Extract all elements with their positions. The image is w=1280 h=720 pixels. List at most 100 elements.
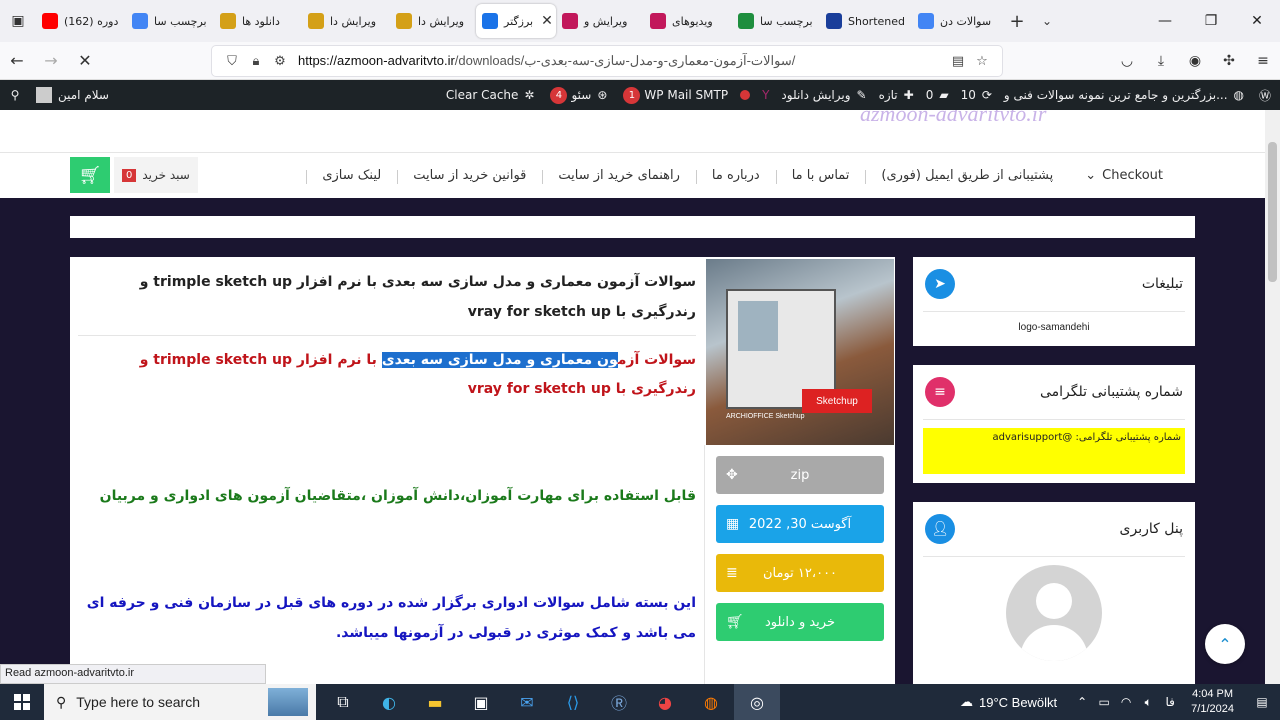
cart-icon[interactable]: 🛒︎: [70, 157, 110, 193]
product-image[interactable]: Sketchup ARCHIOFFICE Sketchup: [706, 259, 894, 445]
lock-icon[interactable]: 🔒︎: [244, 54, 268, 69]
show-hidden-icons[interactable]: ⌃: [1071, 695, 1093, 709]
avatar-small: [36, 87, 52, 103]
clear-cache-button[interactable]: Clear Cache ✲: [440, 80, 541, 110]
new-tab-button[interactable]: +: [1002, 11, 1032, 32]
yoast-icon[interactable]: Y: [756, 80, 775, 110]
menu-item[interactable]: تماس با ما: [775, 168, 866, 184]
tab-list-icon[interactable]: ▣: [0, 0, 36, 42]
scroll-to-top-button[interactable]: ⌃: [1205, 624, 1245, 664]
coins-icon: ≣: [726, 565, 738, 581]
browser-tab[interactable]: برزگتر ✕: [476, 4, 556, 38]
file-explorer-icon[interactable]: ▬: [412, 684, 458, 720]
wp-mail-smtp-menu[interactable]: 1 WP Mail SMTP: [613, 80, 734, 110]
link-icon: [826, 13, 842, 29]
wordpress-logo-icon[interactable]: Ⓦ: [1250, 80, 1280, 110]
maximize-button[interactable]: ❐: [1188, 0, 1234, 42]
shield-icon[interactable]: ⛉: [220, 54, 244, 69]
browser-tab[interactable]: ویرایش و: [556, 4, 644, 38]
search-icon[interactable]: ⚲: [0, 80, 30, 110]
tab-label: ویرایش دا: [330, 14, 377, 28]
admin-account[interactable]: سلام امین: [30, 80, 115, 110]
cart-label-box[interactable]: 0 سبد خرید: [114, 157, 198, 193]
extensions-icon[interactable]: ✣: [1212, 42, 1246, 80]
image-caption: ARCHIOFFICE Sketchup: [726, 413, 805, 420]
firefox-icon[interactable]: ◍: [688, 684, 734, 720]
system-tray: ☁ 19°C Bewölkt ⌃ ▭ ◠ 🔈︎ فا 4:04 PM 7/1/202…: [960, 684, 1280, 720]
browser-tab[interactable]: دانلود ها: [214, 4, 302, 38]
tab-label: سوالات دن: [940, 14, 992, 28]
forward-button[interactable]: →: [34, 42, 68, 80]
browser-tab[interactable]: برچسب سا: [732, 4, 820, 38]
r-icon[interactable]: Ⓡ: [596, 684, 642, 720]
url-text[interactable]: https://azmoon-advaritvto.ir/downloads/س…: [298, 53, 946, 69]
samandehi-logo[interactable]: logo-samandehi: [913, 322, 1195, 333]
notification-icon[interactable]: ▤: [1244, 695, 1280, 709]
product-content: سوالات آزمون معماری و مدل سازی سه بعدی ب…: [70, 257, 895, 687]
wifi-icon[interactable]: ◠: [1115, 695, 1137, 709]
close-window-button[interactable]: ✕: [1234, 0, 1280, 42]
pocket-icon[interactable]: ◡: [1110, 42, 1144, 80]
permissions-icon[interactable]: ⚙: [268, 54, 292, 69]
reader-view-icon[interactable]: ▤: [946, 54, 970, 69]
seo-menu[interactable]: 4 سئو ⊛: [540, 80, 613, 110]
store-icon[interactable]: ▣: [458, 684, 504, 720]
browser-tab[interactable]: Shortened: [820, 4, 912, 38]
edge-icon[interactable]: ◐: [366, 684, 412, 720]
site-name-link[interactable]: بزرگترین و جامع ترین نمونه سوالات فنی و.…: [998, 80, 1250, 110]
obs-icon[interactable]: ◎: [734, 684, 780, 720]
new-content-menu[interactable]: تازه ✚: [873, 80, 920, 110]
updates-link[interactable]: 10 ⟳: [955, 80, 998, 110]
task-view-icon[interactable]: ⧉: [320, 684, 366, 720]
volume-icon[interactable]: 🔈︎: [1137, 695, 1159, 710]
download-icon[interactable]: ⤓: [1144, 42, 1178, 80]
buy-download-button[interactable]: 🛒︎ خرید و دانلود: [716, 603, 884, 641]
telegram-support-text: شماره پشتیبانی تلگرامی: @advarisupport: [923, 428, 1185, 474]
minimize-button[interactable]: —: [1142, 0, 1188, 42]
chrome-icon[interactable]: ◕: [642, 684, 688, 720]
back-button[interactable]: ←: [0, 42, 34, 80]
scrollbar-thumb[interactable]: [1268, 142, 1277, 282]
price-button[interactable]: ≣ ۱۲،۰۰۰ تومان: [716, 554, 884, 592]
bookmark-star-icon[interactable]: ☆: [970, 54, 994, 69]
menu-icon[interactable]: ≡: [1246, 42, 1280, 80]
menu-item[interactable]: لینک سازی: [306, 168, 397, 184]
url-bar[interactable]: ⛉ 🔒︎ ⚙ https://azmoon-advaritvto.ir/down…: [212, 46, 1002, 76]
comments-link[interactable]: 0 ▰: [920, 80, 955, 110]
menu-item[interactable]: درباره ما: [695, 168, 776, 184]
browser-tab[interactable]: ویرایش دا: [302, 4, 390, 38]
mail-icon[interactable]: ✉: [504, 684, 550, 720]
site-icon: [562, 13, 578, 29]
browser-tab[interactable]: (162) دوره: [36, 4, 126, 38]
date-button[interactable]: ▦ آگوست 30, 2022: [716, 505, 884, 543]
weather-widget[interactable]: ☁ 19°C Bewölkt: [960, 694, 1057, 710]
close-tab-icon[interactable]: ✕: [541, 13, 553, 29]
cart-count: 0: [122, 168, 137, 182]
file-type-button[interactable]: ✥ zip: [716, 456, 884, 494]
window-controls: — ❐ ✕: [1142, 0, 1280, 42]
menu-item[interactable]: Checkout ⌄: [1069, 168, 1179, 183]
vscode-icon[interactable]: ⟨⟩: [550, 684, 596, 720]
network-icon[interactable]: ▭: [1093, 695, 1115, 709]
language-indicator[interactable]: فا: [1159, 695, 1181, 709]
tab-overflow-chevron-icon[interactable]: ⌄: [1032, 14, 1062, 28]
browser-tab[interactable]: ویدیوهای: [644, 4, 732, 38]
page-scrollbar[interactable]: [1265, 110, 1280, 684]
edit-download-link[interactable]: ویرایش دانلود ✎: [775, 80, 872, 110]
menu-item[interactable]: راهنمای خرید از سایت: [542, 168, 696, 184]
menu-item[interactable]: قوانین خرید از سایت: [397, 168, 542, 184]
browser-tab[interactable]: سوالات دن: [912, 4, 1002, 38]
browser-tab[interactable]: ویرایش دا: [390, 4, 476, 38]
account-icon[interactable]: ◉: [1178, 42, 1212, 80]
windows-taskbar: ⚲ Type here to search ⧉ ◐ ▬ ▣ ✉ ⟨⟩ Ⓡ ◕ ◍ …: [0, 684, 1280, 720]
weather-icon: ☁: [959, 694, 973, 709]
cart-widget[interactable]: 🛒︎ 0 سبد خرید: [70, 157, 198, 193]
stop-loading-button[interactable]: ✕: [68, 42, 102, 80]
tab-label: ویرایش دا: [418, 14, 465, 28]
taskbar-search[interactable]: ⚲ Type here to search: [44, 684, 316, 720]
browser-tab[interactable]: برچسب سا: [126, 4, 214, 38]
menu-item[interactable]: پشتیبانی از طریق ایمیل (فوری): [865, 168, 1069, 184]
clock[interactable]: 4:04 PM 7/1/2024: [1191, 687, 1234, 717]
start-button[interactable]: [0, 684, 44, 720]
site-logo[interactable]: azmoon-advaritvto.ir: [860, 110, 1200, 130]
